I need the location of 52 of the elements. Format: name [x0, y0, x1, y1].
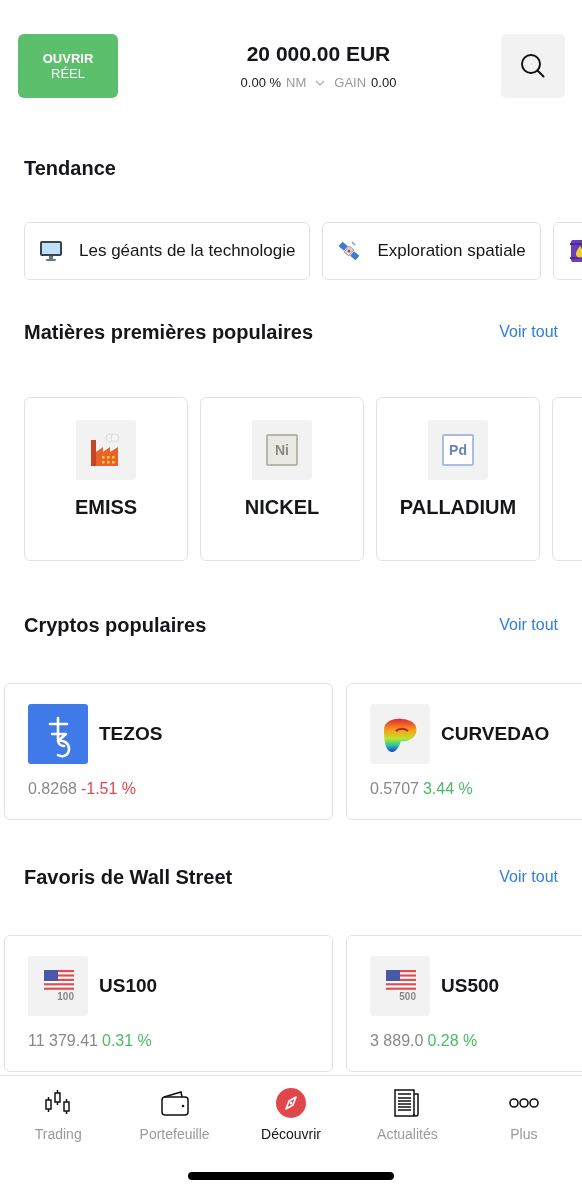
price-change: 3.44 %: [422, 780, 473, 798]
commodity-name: NICKEL: [244, 496, 320, 519]
see-all-link[interactable]: Voir tout: [499, 868, 558, 886]
margin-label: NM: [286, 75, 307, 90]
us-flag-icon: [386, 970, 416, 990]
theme-chip[interactable]: Exploration spatiale: [322, 222, 541, 280]
price-change: 0.31 %: [102, 1032, 152, 1050]
price-change: 0.28 %: [427, 1032, 478, 1050]
margin-value: 0.00 %: [240, 75, 282, 90]
instrument-name: US100: [99, 975, 158, 997]
gain-label: GAIN: [334, 75, 367, 90]
us-flag-icon: [44, 970, 74, 990]
search-icon: [520, 53, 546, 79]
compass-icon: [276, 1088, 306, 1118]
theme-chip[interactable]: Les géants de la technologie: [24, 222, 311, 280]
commodity-card[interactable]: Pd PALLADIUM: [376, 397, 540, 561]
rainbow-logo-icon: [370, 704, 430, 764]
wallet-icon: [159, 1088, 190, 1118]
commodity-card[interactable]: Ni NICKEL: [200, 397, 364, 561]
price-value: 0.5707: [370, 780, 419, 798]
instrument-card[interactable]: 500 US500 3 889.0 0.28 %: [346, 935, 582, 1072]
element-symbol-tile: Ni: [266, 434, 298, 466]
instrument-name: US500: [441, 975, 500, 997]
commodity-name: EMISS: [74, 496, 138, 519]
index-label: 500: [399, 991, 416, 1002]
instrument-card[interactable]: 100 US100 11 379.41 0.31 %: [4, 935, 333, 1072]
commodity-name: PALLADIUM: [399, 496, 517, 519]
instrument-name: TEZOS: [99, 723, 163, 745]
coin-logo-icon: [28, 704, 88, 764]
instrument-card[interactable]: CURVEDAO 0.5707 3.44 %: [346, 683, 582, 820]
section-heading: Cryptos populaires: [24, 613, 207, 637]
index-label: 100: [57, 991, 74, 1002]
price-change: -1.51 %: [80, 780, 137, 798]
price-value: 3 889.0: [370, 1032, 424, 1050]
section-heading: Tendance: [24, 156, 116, 180]
monitor-icon: [39, 239, 63, 263]
price-value: 0.8268: [28, 780, 77, 798]
chevron-down-icon: [315, 79, 326, 86]
instrument-card[interactable]: TEZOS 0.8268 -1.51 %: [4, 683, 333, 820]
see-all-link[interactable]: Voir tout: [499, 616, 558, 634]
price-value: 11 379.41: [28, 1032, 98, 1050]
account-balance: 20 000.00 EUR: [246, 42, 391, 66]
satellite-icon: [337, 239, 362, 263]
element-symbol-tile: Pd: [442, 434, 474, 466]
section-heading: Matières premières populaires: [24, 320, 313, 344]
commodity-card[interactable]: EMISS: [24, 397, 188, 561]
see-all-link[interactable]: Voir tout: [499, 323, 558, 341]
section-heading: Favoris de Wall Street: [24, 865, 233, 889]
instrument-name: CURVEDAO: [441, 723, 550, 745]
gain-value: 0.00: [371, 75, 397, 90]
search-button[interactable]: [501, 34, 565, 98]
nav-tab[interactable]: Découvrir: [232, 1076, 350, 1142]
